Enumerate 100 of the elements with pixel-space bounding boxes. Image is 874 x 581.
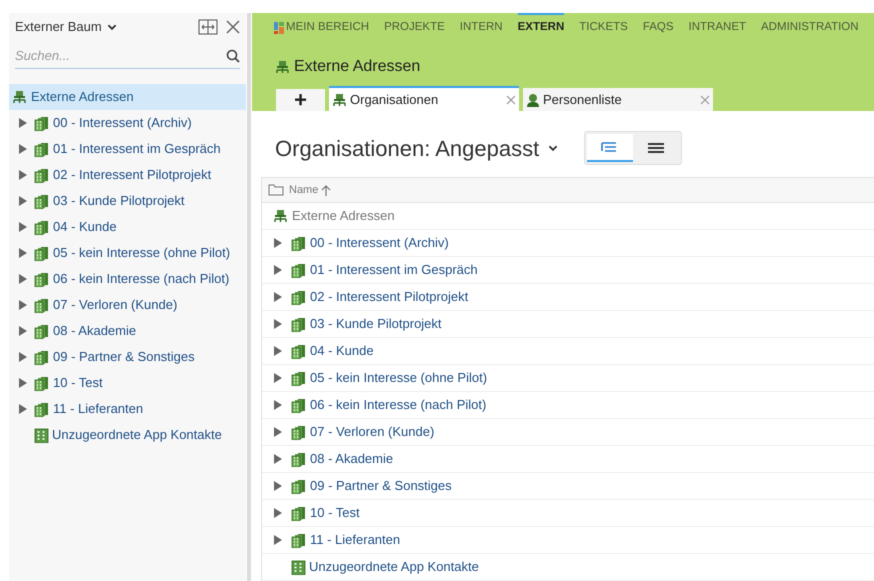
tree-item[interactable]: Externe Adressen bbox=[9, 84, 246, 110]
expand-arrow-icon bbox=[274, 400, 282, 410]
expand-arrow-icon bbox=[19, 196, 27, 206]
buildings-icon bbox=[291, 398, 307, 412]
tab[interactable]: Organisationen bbox=[329, 86, 519, 111]
expand-arrow-icon bbox=[19, 248, 27, 258]
expand-arrow-icon bbox=[274, 346, 282, 356]
buildings-icon bbox=[34, 272, 50, 286]
tree-item[interactable]: 07 - Verloren (Kunde) bbox=[9, 292, 246, 318]
expand-arrow-icon bbox=[19, 378, 27, 388]
table-cell-text: 03 - Kunde Pilotprojekt bbox=[310, 315, 442, 334]
tree-item[interactable]: 05 - kein Interesse (ohne Pilot) bbox=[9, 240, 246, 266]
tree-item[interactable]: 10 - Test bbox=[9, 370, 246, 396]
expand-arrow-icon bbox=[19, 404, 27, 414]
tree-item[interactable]: 09 - Partner & Sonstiges bbox=[9, 344, 246, 370]
tab[interactable]: Personenliste bbox=[523, 88, 713, 111]
tree-item[interactable]: 06 - kein Interesse (nach Pilot) bbox=[9, 266, 246, 292]
expand-arrow-icon bbox=[274, 508, 282, 518]
organization-icon bbox=[272, 208, 289, 224]
expand-arrow-icon bbox=[274, 481, 282, 491]
tree-item[interactable]: 04 - Kunde bbox=[9, 214, 246, 240]
column-header[interactable]: Name bbox=[289, 182, 332, 198]
tree-item[interactable]: 01 - Interessent im Gespräch bbox=[9, 136, 246, 162]
tree-selector[interactable]: Externer Baum bbox=[15, 17, 118, 37]
buildings-icon bbox=[291, 262, 307, 278]
search-icon bbox=[226, 48, 240, 62]
buildings-icon bbox=[34, 376, 50, 390]
buildings-icon bbox=[34, 116, 50, 130]
tree-item[interactable]: 11 - Lieferanten bbox=[9, 396, 246, 422]
table-cell-text: Externe Adressen bbox=[292, 207, 395, 226]
table-cell-text: 00 - Interessent (Archiv) bbox=[310, 234, 449, 252]
expand-arrow-icon bbox=[274, 427, 282, 437]
buildings-icon bbox=[291, 424, 307, 440]
table-cell-text: 06 - kein Interesse (nach Pilot) bbox=[310, 396, 486, 414]
nav-tab[interactable]: INTERN bbox=[460, 13, 503, 41]
buildings-icon bbox=[291, 478, 307, 494]
buildings-icon bbox=[34, 350, 50, 364]
page-title: Externe Adressen bbox=[294, 57, 420, 77]
add-tab-button[interactable]: + bbox=[276, 89, 325, 111]
view-selector[interactable]: Organisationen: Angepasst bbox=[275, 132, 560, 164]
buildings-icon bbox=[291, 452, 307, 466]
expand-arrow-icon bbox=[274, 238, 282, 248]
tree-item[interactable]: 08 - Akademie bbox=[9, 318, 246, 344]
tree-item[interactable]: 03 - Kunde Pilotprojekt bbox=[9, 188, 246, 214]
table-cell-text: 04 - Kunde bbox=[310, 342, 374, 360]
table-cell-text: 09 - Partner & Sonstiges bbox=[310, 477, 452, 496]
nav-tab[interactable]: FAQS bbox=[642, 13, 674, 41]
split-view-icon[interactable] bbox=[198, 19, 218, 35]
expand-arrow-icon bbox=[19, 144, 27, 154]
expand-arrow-icon bbox=[274, 535, 282, 545]
buildings-icon bbox=[34, 168, 50, 182]
table-cell-text: 02 - Interessent Pilotprojekt bbox=[310, 288, 468, 306]
buildings-icon bbox=[34, 142, 50, 156]
table-cell-text: 08 - Akademie bbox=[310, 450, 394, 468]
buildings-icon bbox=[291, 290, 307, 304]
expand-arrow-icon bbox=[274, 454, 282, 464]
tree-view-button[interactable] bbox=[587, 134, 634, 162]
list-view-icon bbox=[646, 141, 666, 155]
buildings-icon bbox=[34, 220, 50, 234]
buildings-icon bbox=[34, 246, 50, 260]
dashboard-icon bbox=[274, 22, 284, 34]
expand-arrow-icon bbox=[274, 373, 282, 383]
expand-arrow-icon bbox=[19, 326, 27, 336]
tree-item[interactable]: Unzugeordnete App Kontakte bbox=[9, 422, 246, 448]
expand-arrow-icon bbox=[274, 265, 282, 275]
nav-tab[interactable]: PROJEKTE bbox=[384, 13, 445, 41]
expand-arrow-icon bbox=[19, 118, 27, 128]
expand-arrow-icon bbox=[274, 292, 282, 302]
buildings-icon bbox=[291, 236, 307, 250]
buildings-icon bbox=[34, 194, 50, 208]
table-cell-text: 11 - Lieferanten bbox=[310, 531, 400, 550]
tree-item[interactable]: 02 - Interessent Pilotprojekt bbox=[9, 162, 246, 188]
close-icon[interactable] bbox=[226, 20, 240, 34]
close-icon bbox=[700, 94, 710, 104]
sort-arrow-icon bbox=[321, 184, 332, 196]
expand-arrow-icon bbox=[274, 319, 282, 329]
nav-tab[interactable]: ADMINISTRATION bbox=[761, 13, 859, 41]
nav-tab[interactable]: INTRANET bbox=[688, 13, 746, 41]
nav-tab[interactable]: EXTERN bbox=[518, 13, 564, 41]
table-cell-text: 01 - Interessent im Gespräch bbox=[310, 261, 478, 280]
buildings-icon bbox=[34, 298, 50, 312]
buildings-icon bbox=[34, 402, 50, 416]
organization-icon bbox=[274, 60, 291, 74]
nav-tab[interactable]: TICKETS bbox=[579, 13, 628, 41]
table-cell-text: 07 - Verloren (Kunde) bbox=[310, 423, 434, 442]
buildings-icon bbox=[291, 532, 307, 548]
organization-icon bbox=[332, 92, 347, 106]
building-icon bbox=[291, 560, 306, 574]
expand-arrow-icon bbox=[19, 170, 27, 180]
search-field[interactable]: Suchen... bbox=[15, 43, 226, 68]
buildings-icon bbox=[34, 324, 50, 338]
table-cell-text: 10 - Test bbox=[310, 504, 360, 522]
building-icon bbox=[34, 428, 49, 442]
nav-tab[interactable]: MEIN BEREICH bbox=[274, 13, 370, 41]
expand-arrow-icon bbox=[19, 300, 27, 310]
buildings-icon bbox=[291, 370, 307, 386]
buildings-icon bbox=[291, 316, 307, 332]
tree-item[interactable]: 00 - Interessent (Archiv) bbox=[9, 110, 246, 136]
organization-icon bbox=[11, 90, 28, 104]
expand-arrow-icon bbox=[19, 222, 27, 232]
